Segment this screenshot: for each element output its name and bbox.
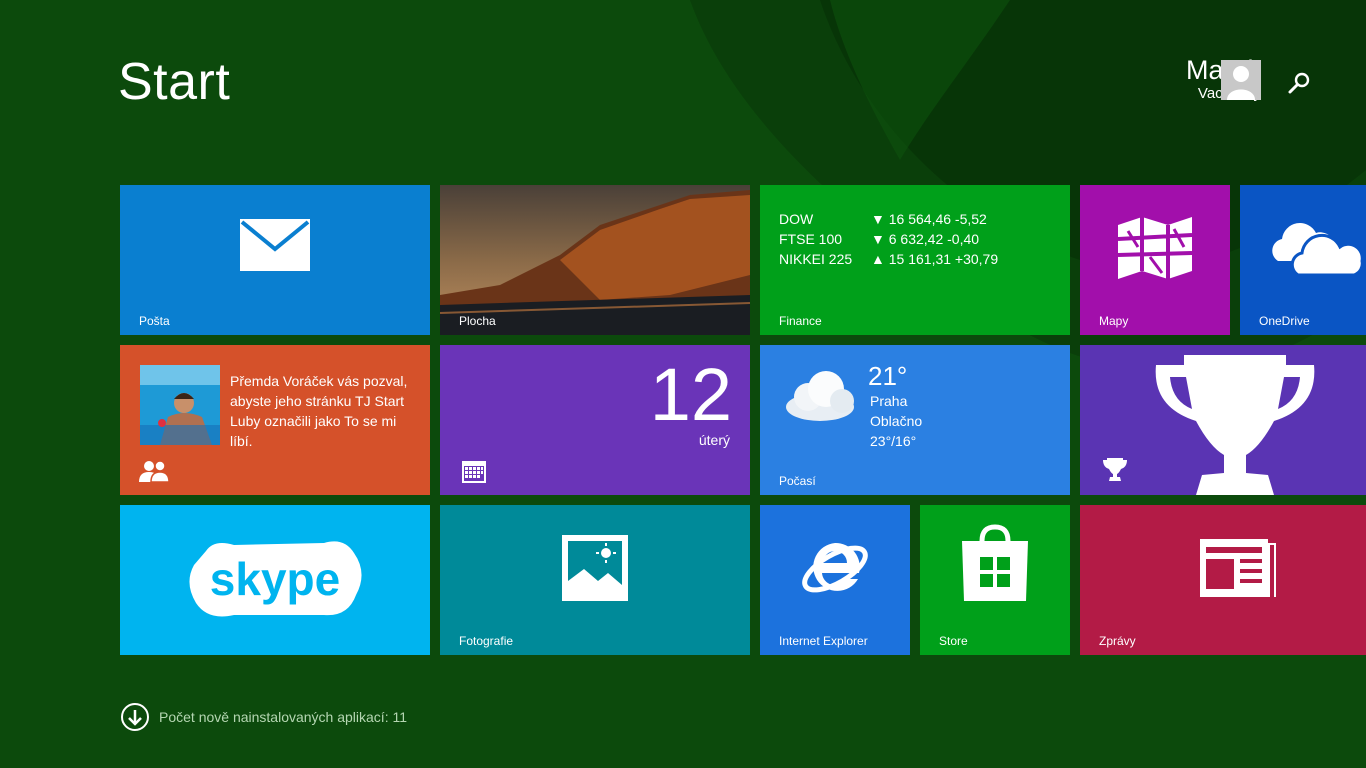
calendar-weekday: úterý bbox=[698, 432, 730, 448]
tile-mail-label: Pošta bbox=[139, 314, 170, 328]
finance-index-name: FTSE 100 bbox=[779, 231, 843, 247]
finance-index-value: ▲ 15 161,31 +30,79 bbox=[871, 251, 999, 267]
tile-internet-explorer[interactable]: Internet Explorer bbox=[760, 505, 910, 655]
tile-photos[interactable]: Fotografie bbox=[440, 505, 750, 655]
installed-apps-link[interactable]: Počet nově nainstalovaných aplikací: 11 bbox=[120, 702, 407, 732]
skype-logo: skype bbox=[189, 541, 362, 617]
tile-maps-label: Mapy bbox=[1099, 314, 1129, 328]
trophy-icon bbox=[1155, 355, 1315, 495]
tile-onedrive-label: OneDrive bbox=[1259, 314, 1310, 328]
people-notification-photo bbox=[140, 365, 220, 445]
finance-index-name: NIKKEI 225 bbox=[779, 251, 853, 267]
weather-condition: Oblačno bbox=[870, 413, 923, 429]
tile-weather[interactable]: 21° Praha Oblačno 23°/16° Počasí bbox=[760, 345, 1070, 495]
finance-index-value: ▼ 6 632,42 -0,40 bbox=[871, 231, 980, 247]
tile-weather-label: Počasí bbox=[779, 474, 816, 488]
maps-icon bbox=[1118, 217, 1192, 279]
tile-ie-label: Internet Explorer bbox=[779, 634, 868, 648]
store-bag-icon bbox=[962, 524, 1028, 601]
onedrive-cloud-icon bbox=[1272, 223, 1364, 275]
tile-finance-label: Finance bbox=[779, 314, 822, 328]
calendar-day-number: 12 bbox=[649, 353, 732, 436]
installed-apps-text: Počet nově nainstalovaných aplikací: 11 bbox=[159, 709, 408, 725]
weather-details: Praha Oblačno 23°/16° bbox=[870, 391, 922, 451]
tile-games[interactable] bbox=[1080, 345, 1366, 495]
calendar-icon bbox=[462, 461, 486, 483]
tile-store-label: Store bbox=[939, 634, 968, 648]
weather-temperature: 21° bbox=[868, 361, 908, 391]
search-icon[interactable] bbox=[1286, 70, 1312, 96]
tile-desktop-label: Plocha bbox=[459, 314, 496, 328]
start-title: Start bbox=[118, 53, 231, 111]
news-icon bbox=[1200, 539, 1276, 597]
tile-store[interactable]: Store bbox=[920, 505, 1070, 655]
people-notification-text: Přemda Voráček vás pozval, abyste jeho s… bbox=[230, 373, 408, 449]
photos-icon bbox=[562, 535, 628, 601]
weather-city: Praha bbox=[870, 393, 908, 409]
tile-mail[interactable]: Pošta bbox=[120, 185, 430, 335]
tile-news[interactable]: Zprávy bbox=[1080, 505, 1366, 655]
cloud-weather-icon bbox=[786, 371, 854, 421]
desktop-wallpaper-image bbox=[440, 185, 750, 335]
tile-calendar[interactable]: 12 úterý bbox=[440, 345, 750, 495]
download-arrow-icon bbox=[121, 703, 149, 731]
mail-icon bbox=[240, 219, 310, 271]
tile-skype[interactable]: skype bbox=[120, 505, 430, 655]
tile-onedrive[interactable]: OneDrive bbox=[1240, 185, 1366, 335]
tile-desktop[interactable]: Plocha bbox=[440, 185, 750, 335]
tile-photos-label: Fotografie bbox=[459, 634, 514, 648]
tile-people[interactable]: Přemda Voráček vás pozval, abyste jeho s… bbox=[120, 345, 430, 495]
people-icon bbox=[139, 460, 169, 482]
tile-maps[interactable]: Mapy bbox=[1080, 185, 1230, 335]
ie-logo bbox=[802, 542, 868, 593]
weather-range: 23°/16° bbox=[870, 433, 917, 449]
finance-index-name: DOW bbox=[779, 211, 814, 227]
skype-wordmark: skype bbox=[210, 553, 340, 605]
finance-index-value: ▼ 16 564,46 -5,52 bbox=[871, 211, 987, 227]
tile-news-label: Zprávy bbox=[1099, 634, 1136, 648]
tile-finance[interactable]: DOW ▼ 16 564,46 -5,52 FTSE 100 ▼ 6 632,4… bbox=[760, 185, 1070, 335]
trophy-small-icon bbox=[1103, 458, 1127, 481]
user-avatar-icon[interactable] bbox=[1221, 60, 1261, 100]
